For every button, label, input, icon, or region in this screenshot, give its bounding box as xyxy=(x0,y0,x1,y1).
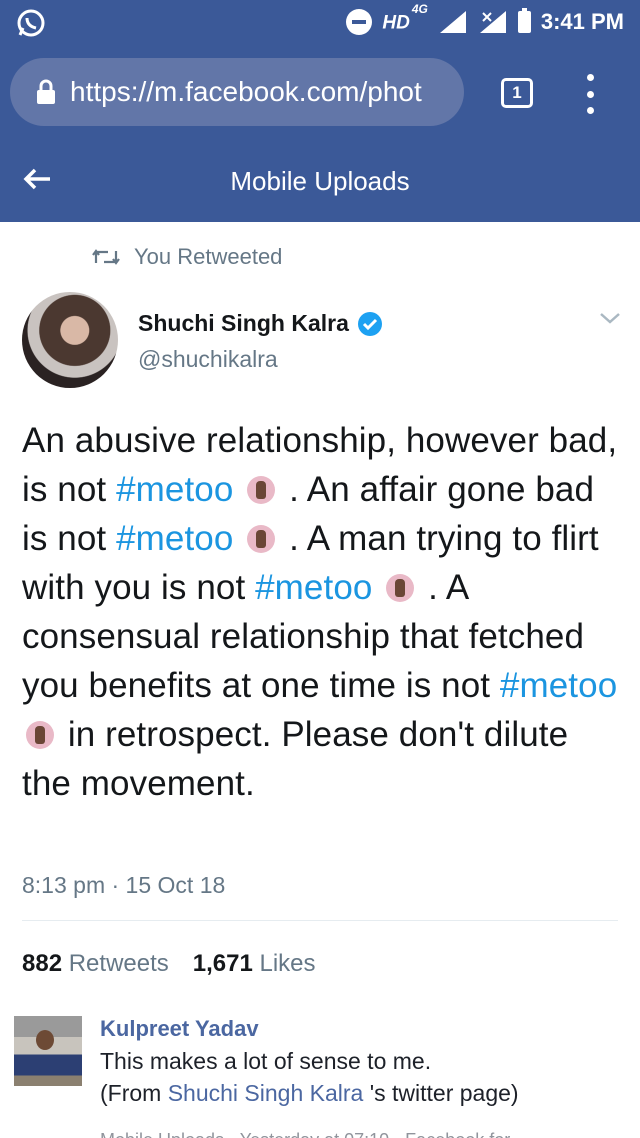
retweet-indicator: You Retweeted xyxy=(92,244,282,270)
poster-name-link[interactable]: Kulpreet Yadav xyxy=(100,1016,259,1042)
signal-no-data-icon xyxy=(479,11,506,33)
tweet-author: Shuchi Singh Kalra xyxy=(138,310,383,337)
raised-hand-emoji-icon xyxy=(247,525,276,553)
tab-switcher-button[interactable]: 1 xyxy=(501,78,533,108)
retweet-icon xyxy=(92,249,120,265)
raised-hand-emoji-icon xyxy=(386,574,415,602)
caption-line: (From Shuchi Singh Kalra 's twitter page… xyxy=(100,1080,519,1106)
status-bar: HD4G 3:41 PM xyxy=(0,0,640,44)
tweet-timestamp: 8:13 pm · 15 Oct 18 xyxy=(22,872,226,898)
author-name: Shuchi Singh Kalra xyxy=(138,310,349,336)
lock-icon xyxy=(37,79,55,104)
profile-link[interactable]: Shuchi Singh Kalra xyxy=(168,1080,364,1106)
battery-icon xyxy=(517,8,531,33)
tweet-text: An abusive relationship, however bad, is… xyxy=(22,421,618,803)
caption-line: This makes a lot of sense to me. xyxy=(100,1048,432,1074)
retweets-stat: 882 Retweets xyxy=(22,950,169,977)
back-arrow-icon[interactable] xyxy=(20,162,54,196)
network-indicator: HD4G xyxy=(382,1,428,34)
likes-stat: 1,671 Likes xyxy=(192,950,316,977)
signal-icon xyxy=(439,11,466,33)
page-title: Mobile Uploads xyxy=(230,166,410,196)
more-options-icon[interactable] xyxy=(580,74,600,114)
hashtag-link: #metoo xyxy=(255,568,373,607)
post-caption: Kulpreet Yadav This makes a lot of sense… xyxy=(0,982,640,1138)
whatsapp-icon xyxy=(17,9,45,37)
retweet-label: You Retweeted xyxy=(134,244,283,269)
avatar[interactable] xyxy=(14,1016,82,1086)
chevron-down-icon xyxy=(600,313,620,324)
avatar xyxy=(22,292,118,388)
url-text: https://m.facebook.com/phot xyxy=(70,76,422,107)
hashtag-link: #metoo xyxy=(499,666,618,705)
hashtag-link: #metoo xyxy=(116,470,234,509)
tweet-screenshot[interactable]: You Retweeted Shuchi Singh Kalra @shuchi… xyxy=(0,222,640,982)
divider xyxy=(22,920,618,921)
app-header: Mobile Uploads xyxy=(0,140,640,222)
browser-toolbar: https://m.facebook.com/phot 1 xyxy=(0,44,640,140)
raised-hand-emoji-icon xyxy=(26,721,54,749)
do-not-disturb-icon xyxy=(346,9,373,35)
author-handle: @shuchikalra xyxy=(138,346,278,372)
raised-hand-emoji-icon xyxy=(247,476,276,504)
clock: 3:41 PM xyxy=(540,9,624,34)
verified-badge-icon xyxy=(357,311,382,336)
hashtag-link: #metoo xyxy=(116,519,234,558)
post-meta: Mobile Uploads · Yesterday at 07:10 · Fa… xyxy=(100,1130,510,1138)
tweet-stats: 882 Retweets 1,671 Likes xyxy=(22,950,316,978)
address-bar[interactable]: https://m.facebook.com/phot xyxy=(10,58,464,126)
